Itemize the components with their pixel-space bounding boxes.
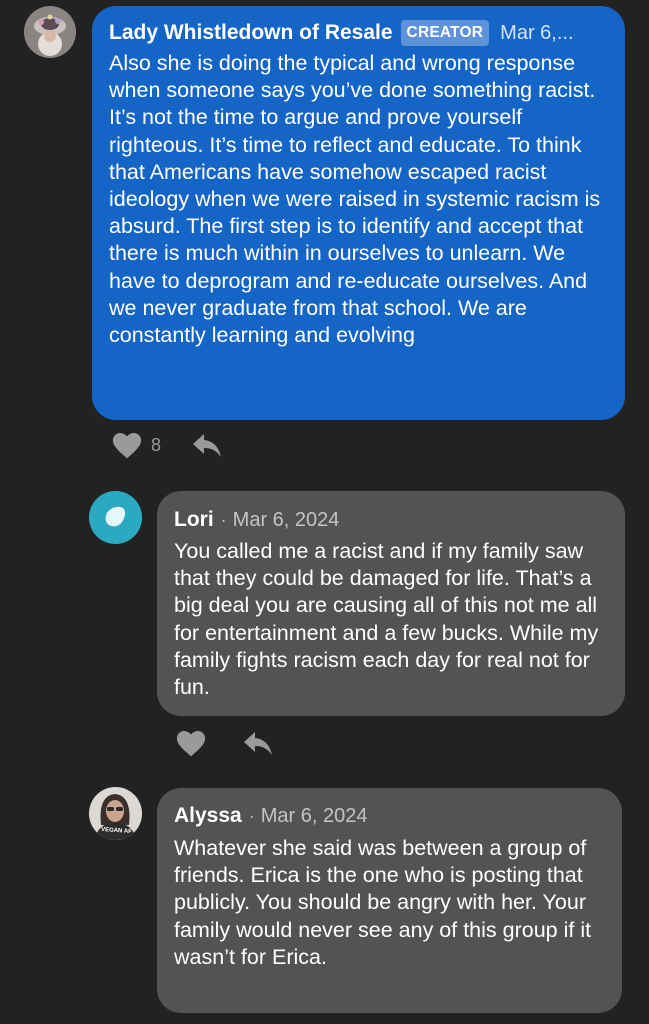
comment-header: Lady Whistledown of Resale CREATOR Mar 6… [109, 20, 609, 46]
comment-header: Alyssa · Mar 6, 2024 [174, 804, 606, 828]
comment-text: Whatever she said was between a group of… [174, 836, 592, 969]
separator-dot: · [248, 805, 255, 826]
heart-icon[interactable] [176, 730, 206, 757]
comment-actions [176, 727, 274, 759]
comment-bubble: Lady Whistledown of Resale CREATOR Mar 6… [92, 6, 625, 420]
comment-actions: 8 [112, 429, 223, 461]
author-name[interactable]: Lady Whistledown of Resale [109, 21, 393, 45]
comment-bubble: Lori · Mar 6, 2024 You called me a racis… [157, 491, 625, 716]
avatar[interactable] [89, 491, 142, 544]
like-count: 8 [151, 434, 162, 455]
heart-icon[interactable] [112, 432, 142, 459]
comment-text: You called me a racist and if my family … [174, 539, 599, 700]
creator-badge: CREATOR [400, 20, 490, 46]
comment-text: Also she is doing the typical and wrong … [109, 51, 601, 348]
avatar[interactable] [24, 6, 76, 58]
avatar-image [89, 491, 142, 544]
separator-dot: · [220, 509, 227, 530]
reply-arrow-icon[interactable] [242, 729, 274, 757]
author-name[interactable]: Lori [174, 508, 214, 532]
avatar-image [24, 6, 76, 58]
comment-bubble: Alyssa · Mar 6, 2024 Whatever she said w… [157, 788, 622, 1013]
comment-date: Mar 6, 2024 [260, 804, 368, 827]
avatar[interactable]: VEGAN AF [89, 787, 142, 840]
comment-date: Mar 6, 2024 [232, 508, 340, 531]
author-name[interactable]: Alyssa [174, 804, 242, 828]
reply-arrow-icon[interactable] [191, 431, 223, 459]
comment-header: Lori · Mar 6, 2024 [174, 508, 609, 532]
comment-date: Mar 6,... [500, 21, 574, 44]
